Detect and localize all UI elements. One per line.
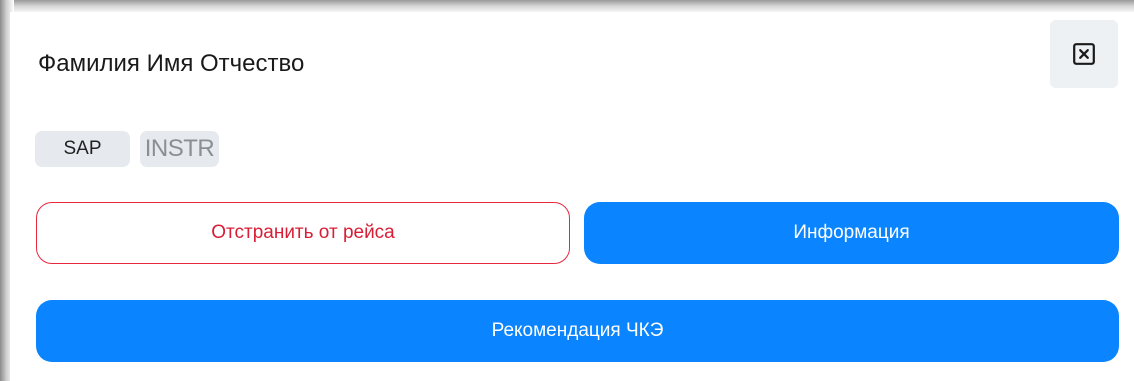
modal-title: Фамилия Имя Отчество (38, 50, 305, 77)
tag-instr: INSTR (140, 131, 219, 167)
page: Фамилия Имя Отчество SAP INSTR Отстранит… (0, 0, 1134, 381)
recommendation-button[interactable]: Рекомендация ЧКЭ (36, 300, 1119, 362)
information-button[interactable]: Информация (584, 202, 1119, 264)
tag-sap: SAP (35, 131, 130, 167)
information-label: Информация (793, 222, 910, 243)
recommendation-label: Рекомендация ЧКЭ (491, 320, 664, 341)
employee-modal: Фамилия Имя Отчество SAP INSTR Отстранит… (10, 12, 1134, 381)
close-button[interactable] (1050, 20, 1118, 88)
close-icon (1073, 43, 1095, 65)
remove-from-flight-button[interactable]: Отстранить от рейса (36, 202, 570, 264)
remove-from-flight-label: Отстранить от рейса (211, 222, 395, 243)
